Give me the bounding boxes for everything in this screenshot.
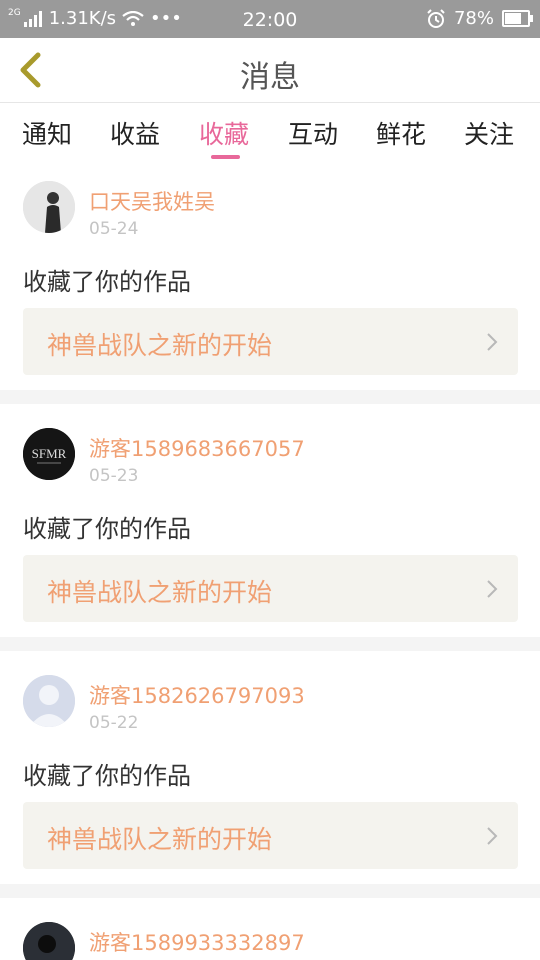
date: 05-23	[89, 466, 139, 486]
divider	[0, 390, 540, 404]
battery-fill	[505, 13, 521, 24]
action-text: 收藏了你的作品	[23, 515, 191, 543]
tab-favorites[interactable]: 收藏	[199, 115, 249, 151]
tab-earnings[interactable]: 收益	[110, 115, 160, 151]
action-text: 收藏了你的作品	[23, 268, 191, 296]
chevron-right-icon	[487, 333, 498, 351]
alarm-icon	[427, 8, 445, 28]
default-avatar-icon	[23, 675, 75, 727]
work-link[interactable]: 神兽战队之新的开始	[23, 308, 518, 375]
username[interactable]: 游客1589933332897	[89, 927, 305, 957]
avatar[interactable]	[23, 922, 75, 960]
list-item: 游客1582626797093 05-22 收藏了你的作品 神兽战队之新的开始	[0, 651, 540, 884]
list-item: 游客1589933332897	[0, 898, 540, 960]
tab-flowers[interactable]: 鲜花	[376, 115, 426, 151]
tab-bar: 通知 收益 收藏 互动 鲜花 关注	[0, 103, 540, 161]
username[interactable]: 口天吴我姓吴	[89, 186, 215, 216]
divider	[0, 637, 540, 651]
divider	[0, 884, 540, 898]
chevron-right-icon	[487, 827, 498, 845]
active-tab-indicator	[211, 155, 240, 159]
avatar[interactable]	[23, 181, 75, 233]
list-item: SFMR 游客1589683667057 05-23 收藏了你的作品 神兽战队之…	[0, 404, 540, 637]
work-title: 神兽战队之新的开始	[47, 331, 273, 360]
status-bar: 2G 1.31K/s ••• 22:00 78%	[0, 0, 540, 38]
page-title: 消息	[240, 60, 300, 95]
list-item: 口天吴我姓吴 05-24 收藏了你的作品 神兽战队之新的开始	[0, 161, 540, 390]
user-photo-icon	[23, 922, 75, 960]
username[interactable]: 游客1589683667057	[89, 433, 305, 463]
tab-interaction[interactable]: 互动	[288, 115, 338, 151]
date: 05-22	[89, 713, 139, 733]
work-title: 神兽战队之新的开始	[47, 578, 273, 607]
battery-icon	[502, 10, 533, 27]
username[interactable]: 游客1582626797093	[89, 680, 305, 710]
user-logo-icon: SFMR	[23, 428, 75, 480]
tab-follow[interactable]: 关注	[464, 115, 514, 151]
action-text: 收藏了你的作品	[23, 762, 191, 790]
work-link[interactable]: 神兽战队之新的开始	[23, 555, 518, 622]
user-photo-icon	[23, 181, 75, 233]
avatar[interactable]: SFMR	[23, 428, 75, 480]
avatar[interactable]	[23, 675, 75, 727]
tab-notice[interactable]: 通知	[22, 115, 72, 151]
work-link[interactable]: 神兽战队之新的开始	[23, 802, 518, 869]
work-title: 神兽战队之新的开始	[47, 825, 273, 854]
svg-text:SFMR: SFMR	[32, 446, 67, 461]
chevron-right-icon	[487, 580, 498, 598]
header: 消息	[0, 38, 540, 103]
date: 05-24	[89, 219, 139, 239]
battery-percent: 78%	[453, 8, 494, 29]
